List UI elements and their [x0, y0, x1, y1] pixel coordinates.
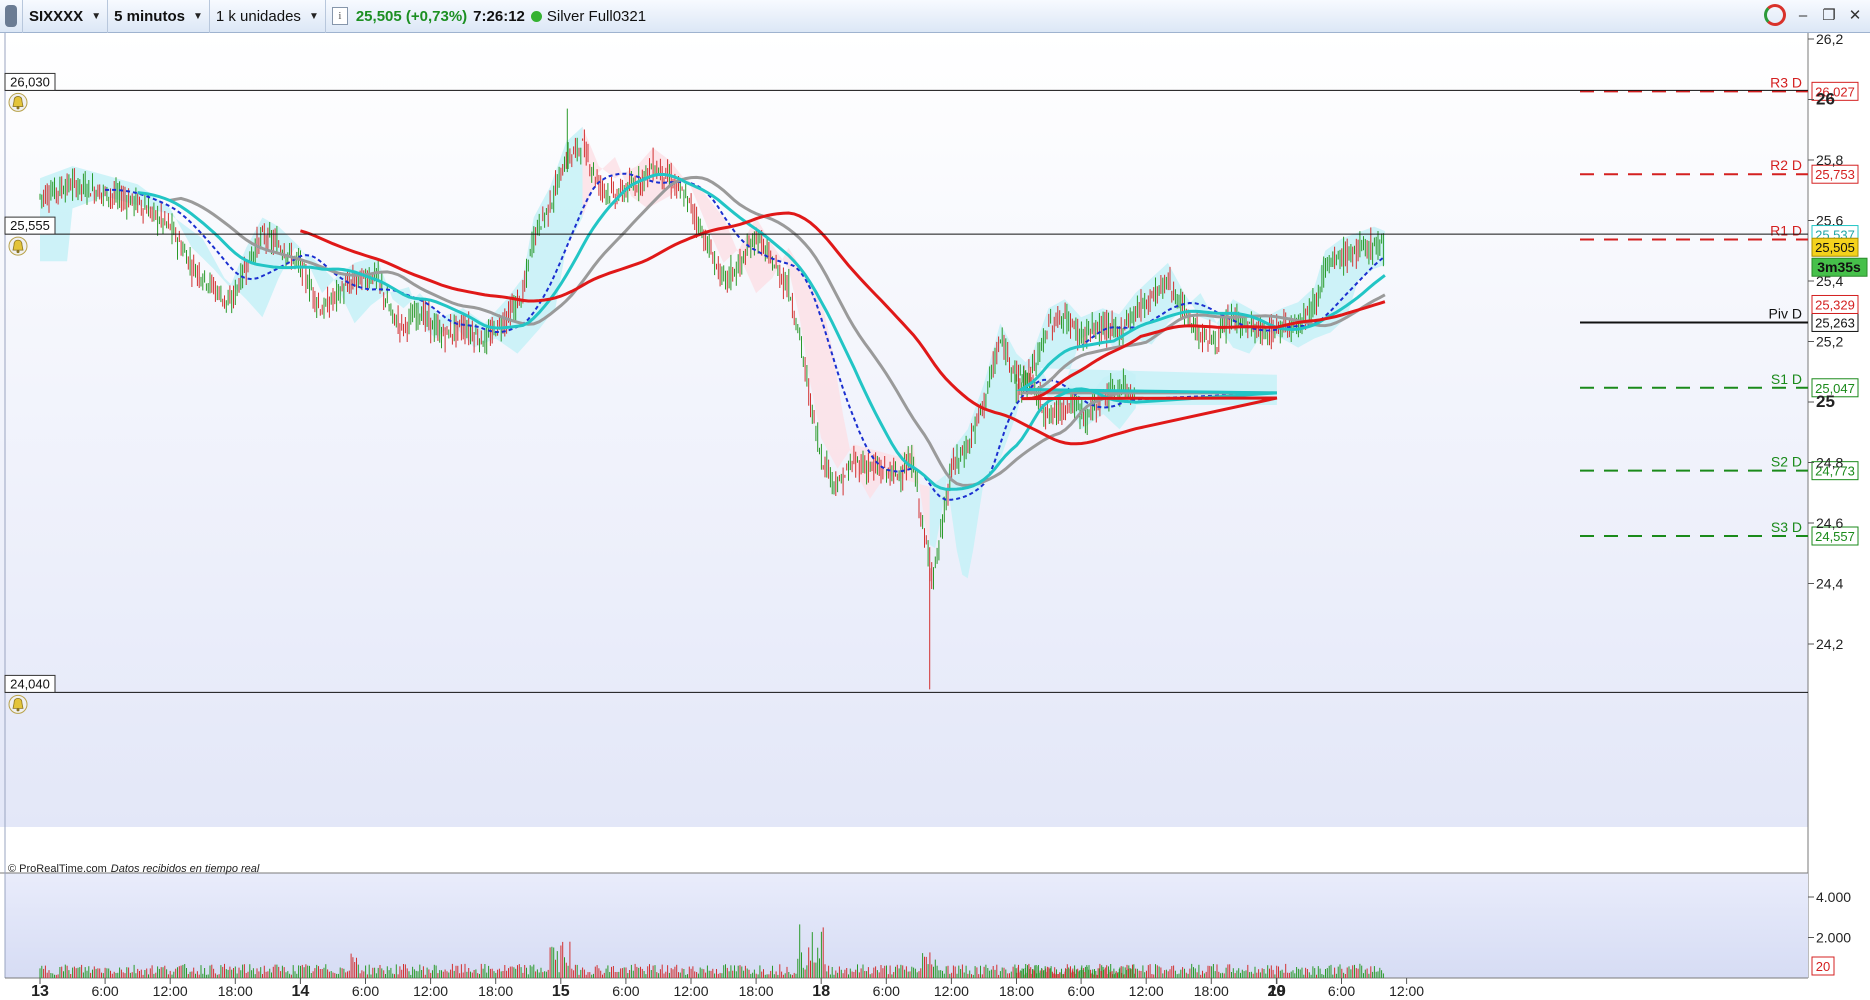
- time-label-0: 13: [31, 983, 49, 1000]
- price-chart[interactable]: R3 D26,027R2 D25,753R1 D25,537Piv D25,26…: [0, 0, 1870, 1000]
- pivot-label-3: Piv D: [1769, 305, 1802, 321]
- price-tick-label-7: 24,8: [1816, 455, 1843, 471]
- time-label-9: 6:00: [612, 983, 639, 999]
- pivot-value-6: 24,557: [1815, 529, 1855, 544]
- ma-badge: 25,329: [1815, 297, 1855, 312]
- time-label-19: 18:00: [1194, 983, 1229, 999]
- pivot-label-4: S1 D: [1771, 371, 1802, 387]
- time-label-7: 18:00: [478, 983, 513, 999]
- price-tick-label-8: 24,6: [1816, 515, 1843, 531]
- countdown: 3m35s: [1817, 259, 1861, 275]
- time-label-13: 6:00: [873, 983, 900, 999]
- pivot-value-3: 25,263: [1815, 315, 1855, 330]
- price-panel-bg: [0, 33, 1808, 827]
- time-label-18: 12:00: [1129, 983, 1164, 999]
- bell-icon-clapper: [16, 106, 20, 110]
- bell-icon-clapper: [16, 250, 20, 254]
- time-label-3: 18:00: [218, 983, 253, 999]
- bell-icon-body: [12, 698, 24, 709]
- copyright-text: © ProRealTime.com Datos recibidos en tiem…: [8, 863, 260, 875]
- bell-icon-clapper: [16, 708, 20, 712]
- time-label-17: 6:00: [1067, 983, 1094, 999]
- time-label-5: 6:00: [352, 983, 379, 999]
- bell-icon[interactable]: [8, 236, 28, 256]
- pivot-label-1: R2 D: [1770, 157, 1802, 173]
- time-label-20: 20: [1268, 983, 1286, 1000]
- time-label-15: 18:00: [999, 983, 1034, 999]
- time-label-21: 6:00: [1328, 983, 1355, 999]
- price-tick-label-10: 24,2: [1816, 636, 1843, 652]
- bell-icon[interactable]: [8, 92, 28, 112]
- pivot-value-1: 25,753: [1815, 167, 1855, 182]
- pivot-label-6: S3 D: [1771, 519, 1802, 535]
- time-label-6: 12:00: [413, 983, 448, 999]
- price-tick-label-2: 25,8: [1816, 152, 1843, 168]
- bell-icon[interactable]: [8, 694, 28, 714]
- pivot-label-2: R1 D: [1770, 223, 1802, 239]
- time-label-10: 12:00: [673, 983, 708, 999]
- pivot-label-5: S2 D: [1771, 454, 1802, 470]
- price-tick-label-5: 25,2: [1816, 334, 1843, 350]
- pivot-label-0: R3 D: [1770, 74, 1802, 90]
- volume-tick-label-1: 2.000: [1816, 930, 1851, 946]
- time-label-1: 6:00: [91, 983, 118, 999]
- volume-panel-bg: [5, 873, 1808, 978]
- alert-value-1: 25,555: [10, 218, 50, 233]
- alert-value-2: 24,040: [10, 676, 50, 691]
- alert-value-0: 26,030: [10, 74, 50, 89]
- price-tick-label-9: 24,4: [1816, 576, 1843, 592]
- current-volume: 20: [1816, 959, 1830, 974]
- time-label-8: 15: [552, 983, 570, 1000]
- time-label-22: 12:00: [1389, 983, 1424, 999]
- bell-icon-body: [12, 239, 24, 251]
- time-label-2: 12:00: [153, 983, 188, 999]
- current-price-badge: 25,505: [1815, 240, 1855, 255]
- time-label-4: 14: [292, 983, 310, 1000]
- time-label-11: 18:00: [739, 983, 774, 999]
- bell-icon-body: [12, 96, 24, 107]
- price-tick-label-6: 25: [1816, 392, 1835, 411]
- time-label-12: 18: [812, 983, 830, 1000]
- time-label-14: 12:00: [934, 983, 969, 999]
- volume-tick-label-0: 4.000: [1816, 889, 1851, 905]
- price-tick-label-1: 26: [1816, 90, 1835, 109]
- price-tick-label-0: 26,2: [1816, 31, 1843, 47]
